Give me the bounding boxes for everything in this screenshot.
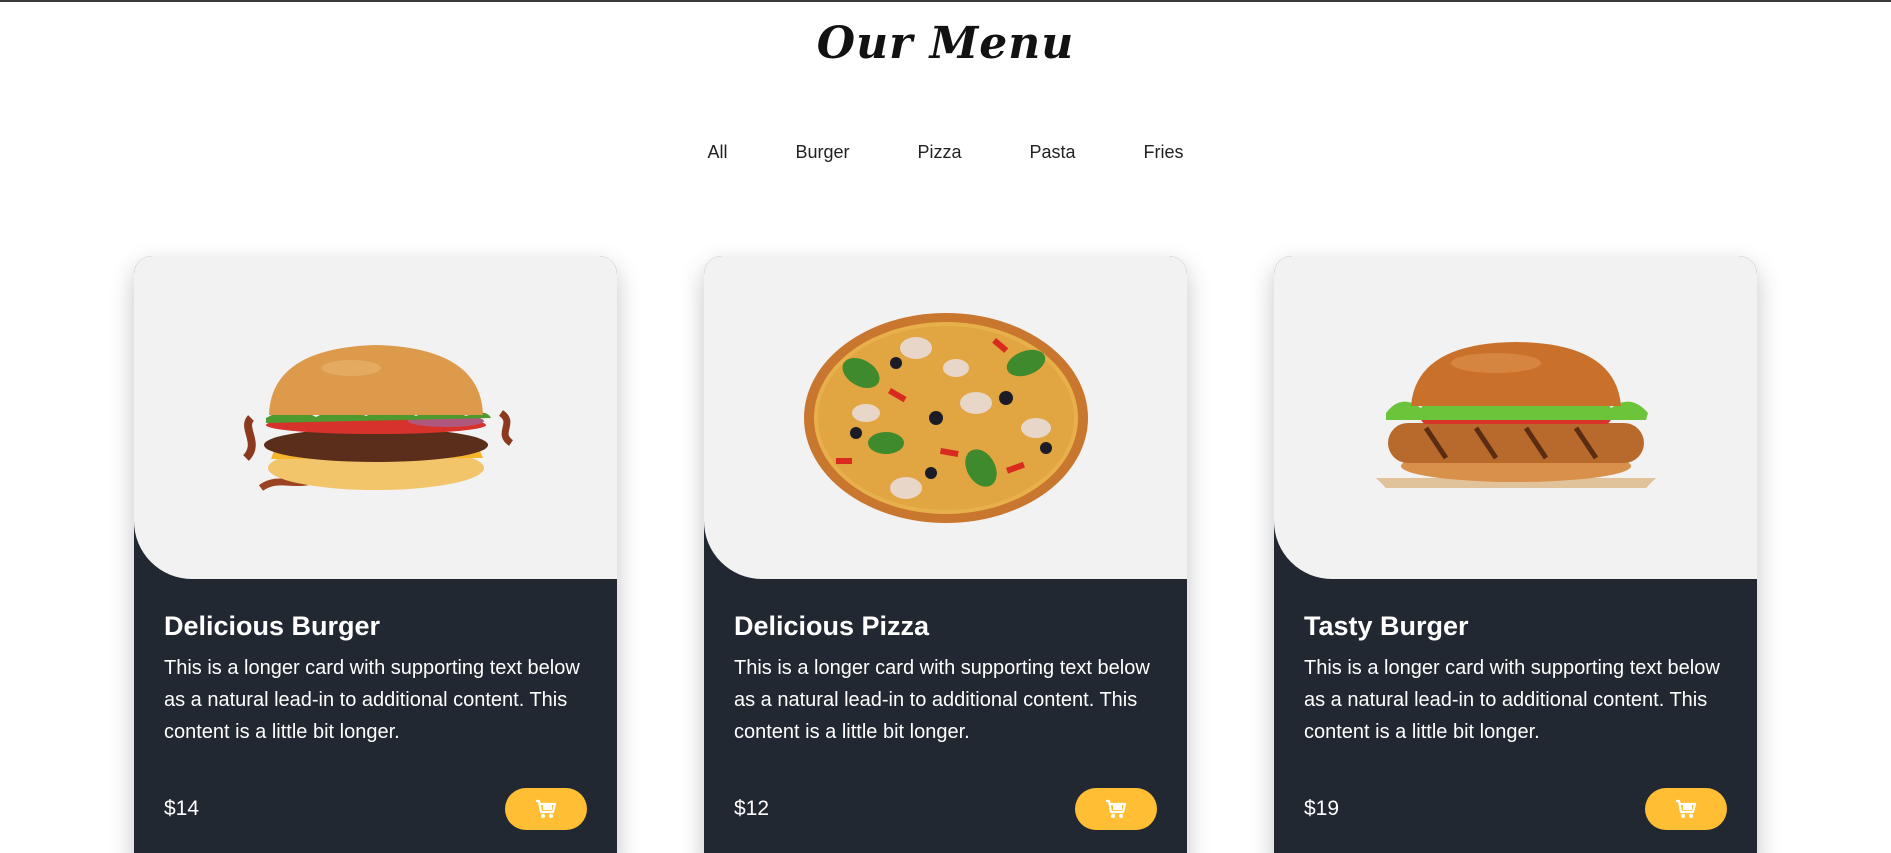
card-description: This is a longer card with supporting te… xyxy=(1304,657,1720,743)
menu-page: Our Menu All Burger Pizza Pasta Fries De… xyxy=(0,0,1891,853)
filter-burger[interactable]: Burger xyxy=(761,138,883,167)
filter-all[interactable]: All xyxy=(673,138,761,167)
card-footer: $19 xyxy=(1304,788,1727,830)
section-heading: Our Menu xyxy=(816,18,1075,69)
menu-card-chicken-burger: Tasty Burger This is a longer card with … xyxy=(1274,256,1757,853)
add-to-cart-button[interactable] xyxy=(1645,788,1727,830)
card-image-box xyxy=(1274,256,1757,579)
card-price: $19 xyxy=(1304,797,1340,820)
card-price: $12 xyxy=(734,797,770,820)
filter-pasta[interactable]: Pasta xyxy=(996,138,1110,167)
filter-pizza[interactable]: Pizza xyxy=(884,138,996,167)
add-to-cart-button[interactable] xyxy=(505,788,587,830)
cart-icon xyxy=(1676,799,1697,818)
card-footer: $14 xyxy=(164,788,587,830)
burger-image xyxy=(242,344,513,491)
card-image-box xyxy=(704,256,1187,579)
filter-fries[interactable]: Fries xyxy=(1110,138,1218,167)
card-title: Delicious Pizza xyxy=(734,611,930,641)
filter-menu: All Burger Pizza Pasta Fries xyxy=(0,138,1891,167)
chicken-burger-image xyxy=(1375,341,1656,488)
card-price: $14 xyxy=(164,797,200,820)
card-title: Delicious Burger xyxy=(164,611,381,641)
pizza-image xyxy=(803,312,1088,523)
card-footer: $12 xyxy=(734,788,1157,830)
cart-icon xyxy=(1106,799,1127,818)
menu-card-pizza: Delicious Pizza This is a longer card wi… xyxy=(704,256,1187,853)
top-border xyxy=(0,0,1891,2)
cart-icon xyxy=(536,799,557,818)
card-description: This is a longer card with supporting te… xyxy=(164,657,580,743)
menu-card-burger: Delicious Burger This is a longer card w… xyxy=(134,256,617,853)
card-title: Tasty Burger xyxy=(1304,611,1469,641)
add-to-cart-button[interactable] xyxy=(1075,788,1157,830)
card-image-box xyxy=(134,256,617,579)
card-description: This is a longer card with supporting te… xyxy=(734,657,1150,743)
